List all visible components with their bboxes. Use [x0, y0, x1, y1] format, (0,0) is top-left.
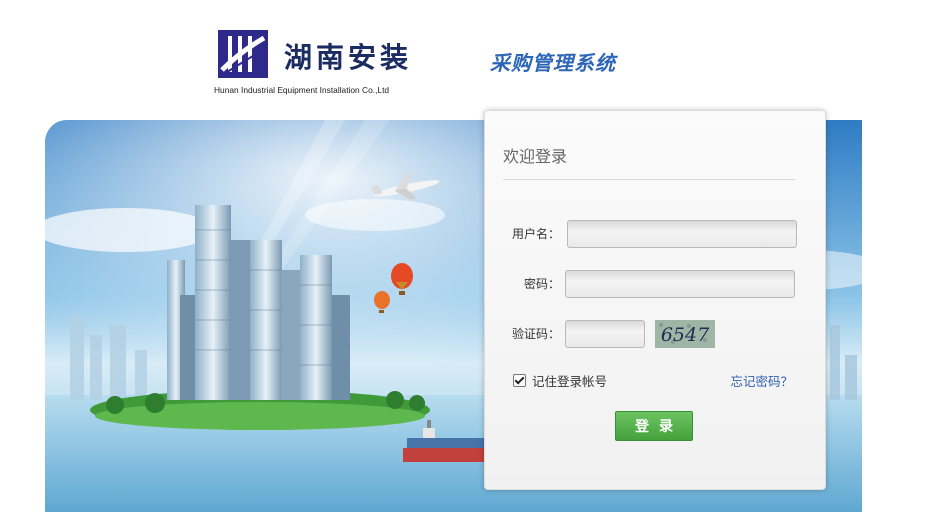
company-logo-icon: [218, 30, 268, 78]
login-panel: 欢迎登录 用户名： 密码： 验证码： 6547 记住登录帐号 忘记密码？ 登录: [484, 110, 826, 490]
username-label: 用户名：: [511, 227, 560, 241]
captcha-image[interactable]: 6547: [655, 320, 715, 348]
password-label: 密码：: [523, 277, 560, 291]
system-title: 采购管理系统: [490, 51, 616, 75]
login-button[interactable]: 登录: [615, 411, 693, 441]
remember-login[interactable]: 记住登录帐号: [513, 371, 607, 390]
password-input[interactable]: [565, 270, 795, 298]
login-title: 欢迎登录: [503, 147, 568, 166]
forgot-password-link[interactable]: 忘记密码？: [730, 371, 793, 390]
company-name: 湖南安装: [284, 41, 413, 74]
title-divider: [503, 179, 795, 180]
remember-label: 记住登录帐号: [532, 374, 608, 389]
captcha-text: 6547: [661, 324, 710, 346]
company-logo-block: 湖南安装 Hunan Industrial Equipment Installa…: [214, 30, 444, 100]
username-input[interactable]: [567, 220, 797, 248]
checkbox-checked-icon[interactable]: [513, 374, 526, 387]
company-english-name: Hunan Industrial Equipment Installation …: [214, 85, 390, 95]
captcha-label: 验证码：: [511, 327, 560, 341]
captcha-input[interactable]: [565, 320, 645, 348]
